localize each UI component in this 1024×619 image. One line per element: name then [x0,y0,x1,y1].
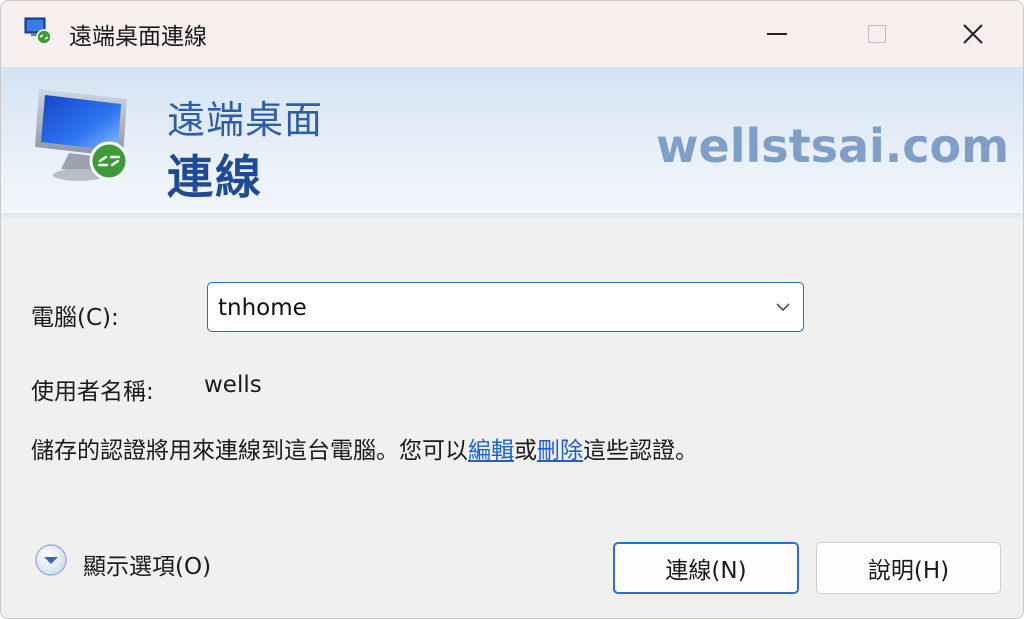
remote-desktop-icon [24,17,52,45]
close-button[interactable] [923,1,1023,67]
banner-title-line2: 連線 [167,150,263,204]
banner-divider [1,213,1023,219]
monitor-icon [35,89,129,181]
window-title: 遠端桌面連線 [69,24,207,50]
minimize-icon [767,33,787,35]
maximize-button[interactable] [827,1,927,67]
watermark-text: wellstsai.com [656,119,1010,173]
username-value: wells [204,372,262,398]
help-button[interactable]: 說明(H) [816,542,1001,594]
minimize-button[interactable] [727,1,827,67]
computer-value[interactable]: tnhome [218,295,307,321]
info-text-prefix: 儲存的認證將用來連線到這台電腦。您可以 [31,438,468,464]
expand-options-icon[interactable] [34,543,68,577]
delete-credentials-link[interactable]: 刪除 [537,438,583,464]
connect-button[interactable]: 連線(N) [613,542,799,594]
close-icon [963,24,983,44]
edit-credentials-link[interactable]: 編輯 [468,438,514,464]
computer-label: 電腦(C): [31,305,119,331]
info-text-suffix: 這些認證。 [583,438,698,464]
computer-combobox[interactable]: tnhome [207,282,804,332]
maximize-icon [868,25,886,43]
credentials-info: 儲存的認證將用來連線到這台電腦。您可以編輯或刪除這些認證。 [31,435,751,468]
show-options-toggle[interactable]: 顯示選項(O) [83,547,211,581]
title-bar[interactable]: 遠端桌面連線 [1,1,1023,67]
username-label: 使用者名稱: [31,379,154,405]
info-text-or: 或 [514,438,537,464]
remote-desktop-window: 遠端桌面連線 遠端桌面 連線 wellstsai.com 電腦(C): tnho… [0,0,1024,619]
chevron-down-icon[interactable] [773,297,793,317]
banner-title-line1: 遠端桌面 [167,98,324,142]
